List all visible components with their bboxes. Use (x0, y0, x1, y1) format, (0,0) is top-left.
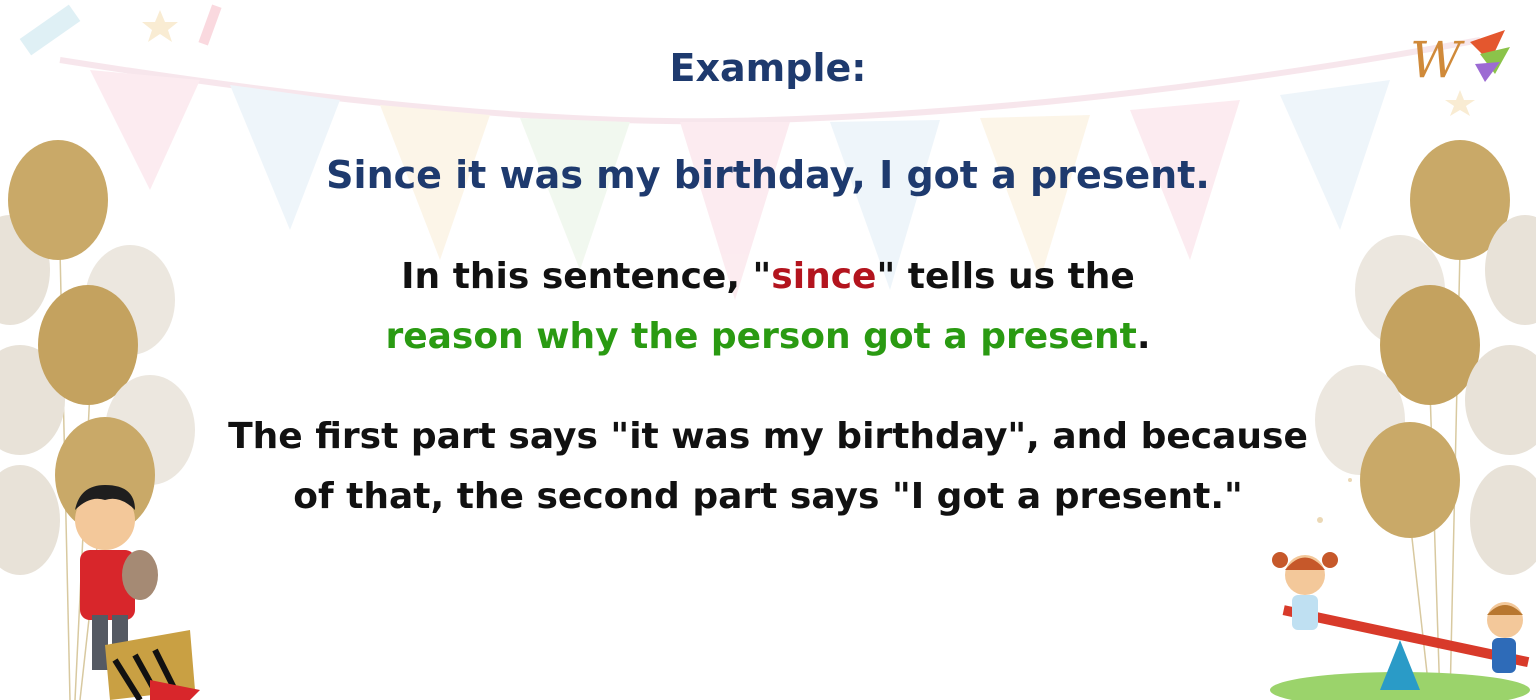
keyword-since: since (771, 256, 877, 297)
example-heading: Example: (669, 46, 867, 90)
reason-phrase: reason why the person got a present (385, 316, 1137, 357)
detail-line-1: The first part says "it was my birthday"… (228, 416, 1308, 457)
explanation-paragraph: In this sentence, "since" tells us the r… (0, 247, 1536, 367)
explanation-text-2: " tells us the (876, 256, 1135, 297)
seesaw-kids-illustration (1270, 552, 1530, 700)
example-sentence: Since it was my birthday, I got a presen… (326, 153, 1210, 197)
detail-line-2: of that, the second part says "I got a p… (293, 476, 1243, 517)
explanation-text-1: In this sentence, " (401, 256, 772, 297)
slide: W Example: Since it was my birthday, I g… (0, 0, 1536, 700)
detail-paragraph: The first part says "it was my birthday"… (0, 407, 1536, 527)
explanation-text-3: . (1136, 316, 1151, 357)
